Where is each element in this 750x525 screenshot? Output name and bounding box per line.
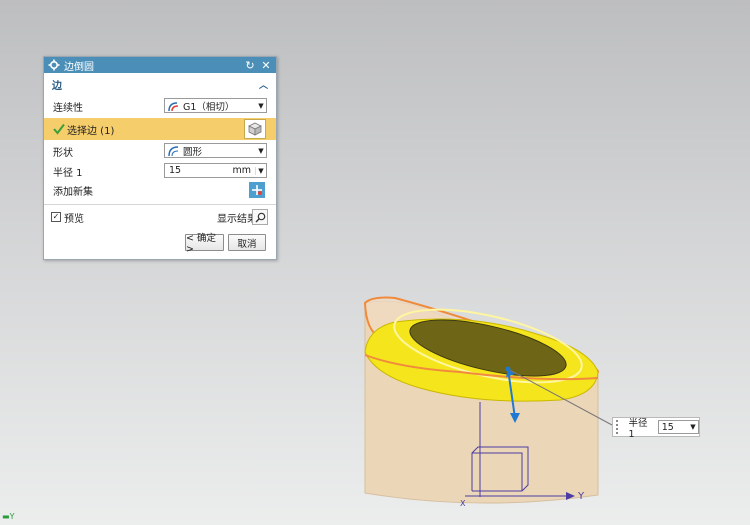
- gear-icon: [48, 59, 60, 71]
- ok-button[interactable]: < 确定 >: [185, 233, 224, 255]
- magnifier-icon: [255, 212, 265, 222]
- reset-icon[interactable]: ↻: [244, 59, 256, 72]
- select-edge-label: 选择边 (1): [67, 125, 115, 137]
- cancel-button[interactable]: 取消: [228, 234, 266, 251]
- show-result-button[interactable]: [252, 209, 268, 225]
- x-axis-label: X: [460, 499, 466, 508]
- shape-label: 形状: [53, 147, 73, 159]
- radius-value[interactable]: 15: [165, 165, 225, 176]
- radius-popup-value[interactable]: 15: [659, 422, 688, 433]
- preview-label: 预览: [64, 213, 84, 225]
- radius-field[interactable]: 15 mm ▼: [164, 163, 267, 178]
- radius-row: 半径 1 15 mm ▼: [44, 162, 276, 180]
- add-set-icon: [252, 185, 262, 195]
- select-edge-button[interactable]: [244, 119, 266, 139]
- corner-axis-indicator: ▬Y: [2, 512, 15, 521]
- continuity-value: G1（相切）: [183, 101, 235, 113]
- y-axis-label: Y: [577, 491, 585, 502]
- dialog-title: 边倒圆: [64, 61, 94, 73]
- corner-axis-label: Y: [9, 512, 15, 521]
- select-edge-row[interactable]: 选择边 (1): [44, 118, 276, 140]
- add-new-set-button[interactable]: [249, 182, 265, 198]
- dialog-titlebar[interactable]: 边倒圆 ↻ ✕: [44, 57, 276, 73]
- radius-popup-label: 半径 1: [628, 417, 648, 440]
- chevron-down-icon[interactable]: ▼: [256, 147, 266, 155]
- shape-icon: [168, 145, 179, 156]
- drag-grip-icon[interactable]: [616, 420, 625, 434]
- add-new-set-label: 添加新集: [53, 186, 93, 198]
- preview-row: ✓ 预览 显示结果: [44, 208, 276, 226]
- radius-handle-origin[interactable]: [505, 366, 511, 372]
- continuity-icon: [168, 101, 179, 111]
- radius-unit: mm: [232, 165, 251, 176]
- chevron-down-icon[interactable]: ▼: [688, 423, 698, 431]
- continuity-row: 连续性 G1（相切） ▼: [44, 97, 276, 115]
- shape-value: 圆形: [183, 146, 203, 158]
- add-new-set-row: 添加新集: [44, 181, 276, 199]
- check-icon: [53, 123, 65, 135]
- continuity-dropdown[interactable]: G1（相切） ▼: [164, 98, 267, 113]
- divider: [44, 204, 276, 205]
- show-result-label: 显示结果: [217, 213, 257, 225]
- chevron-up-icon[interactable]: ︿: [259, 78, 268, 91]
- section-edge-header[interactable]: 边 ︿: [44, 76, 276, 92]
- edge-blend-dialog: 边倒圆 ↻ ✕ 边 ︿ 连续性 G1（相切） ▼ 选择边 (1) 形状 圆形 ▼…: [43, 56, 277, 260]
- shape-dropdown[interactable]: 圆形 ▼: [164, 143, 267, 158]
- shape-row: 形状 圆形 ▼: [44, 142, 276, 160]
- close-icon[interactable]: ✕: [260, 59, 272, 72]
- preview-checkbox[interactable]: ✓: [51, 212, 61, 222]
- continuity-label: 连续性: [53, 102, 83, 114]
- chevron-down-icon[interactable]: ▼: [256, 102, 266, 110]
- cube-icon: [248, 122, 262, 136]
- chevron-down-icon[interactable]: ▼: [255, 166, 266, 175]
- radius-popup[interactable]: 半径 1 15 ▼: [612, 417, 700, 440]
- section-title: 边: [52, 80, 62, 92]
- radius-popup-field[interactable]: 15 ▼: [657, 420, 699, 434]
- radius-label: 半径 1: [53, 167, 83, 179]
